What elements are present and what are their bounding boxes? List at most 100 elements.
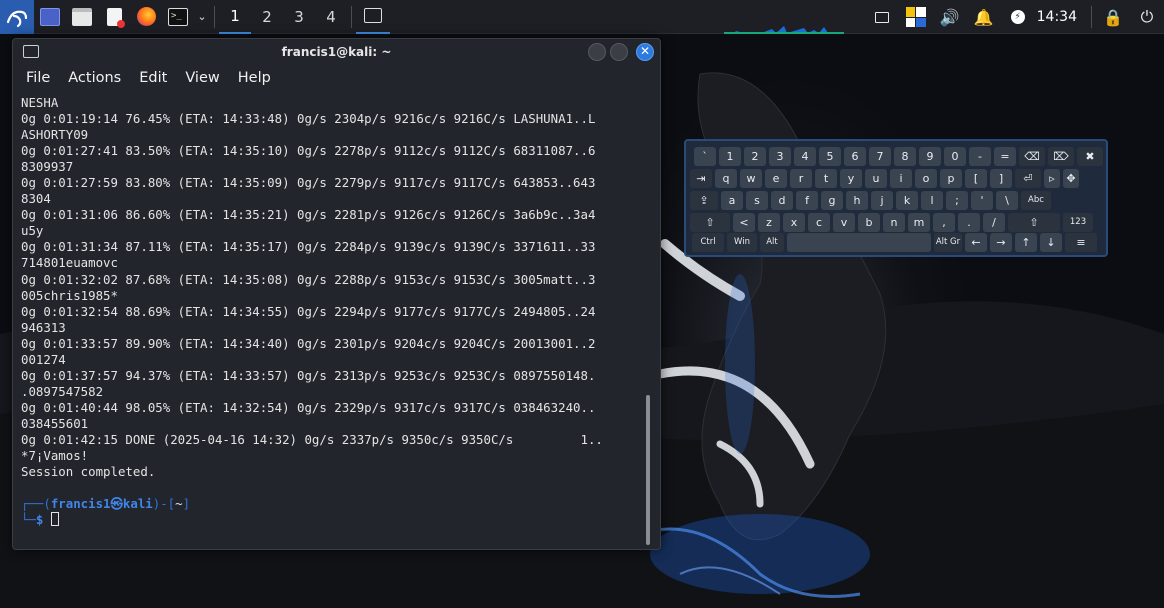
menu-help[interactable]: Help	[229, 70, 280, 86]
key-1[interactable]: 1	[719, 147, 741, 166]
key-`[interactable]: `	[694, 147, 716, 166]
terminal-icon[interactable]: >_	[162, 0, 194, 34]
key-7[interactable]: 7	[869, 147, 891, 166]
key-⏎[interactable]: ⏎	[1015, 169, 1041, 188]
workspace-1[interactable]: 1	[219, 0, 251, 34]
key-↑[interactable]: ↑	[1015, 233, 1037, 252]
text-editor-icon[interactable]	[98, 0, 130, 34]
key-o[interactable]: o	[915, 169, 937, 188]
menu-file[interactable]: File	[17, 70, 59, 86]
key-→[interactable]: →	[990, 233, 1012, 252]
logout-icon[interactable]: ⏻	[1130, 0, 1164, 34]
key-6[interactable]: 6	[844, 147, 866, 166]
key-e[interactable]: e	[765, 169, 787, 188]
key-k[interactable]: k	[896, 191, 918, 210]
window-titlebar[interactable]: francis1@kali: ~ ✕	[13, 39, 660, 65]
key-w[interactable]: w	[740, 169, 762, 188]
key-a[interactable]: a	[721, 191, 743, 210]
maximize-button[interactable]	[610, 43, 628, 61]
file-manager-icon[interactable]	[66, 0, 98, 34]
key-space[interactable]	[787, 233, 931, 252]
key-Ctrl[interactable]: Ctrl	[692, 233, 724, 252]
key-↓[interactable]: ↓	[1040, 233, 1062, 252]
key-⌫[interactable]: ⌫	[1019, 147, 1045, 166]
key-Abc[interactable]: Abc	[1021, 191, 1051, 210]
menu-actions[interactable]: Actions	[59, 70, 130, 86]
menu-view[interactable]: View	[176, 70, 228, 86]
key-r[interactable]: r	[790, 169, 812, 188]
key-x[interactable]: x	[783, 213, 805, 232]
key-/[interactable]: /	[983, 213, 1005, 232]
key-⇥[interactable]: ⇥	[690, 169, 712, 188]
clock[interactable]: 14:34	[1035, 9, 1087, 25]
key-i[interactable]: i	[890, 169, 912, 188]
volume-icon[interactable]: 🔊	[933, 0, 967, 34]
key-0[interactable]: 0	[944, 147, 966, 166]
key-.[interactable]: .	[958, 213, 980, 232]
key-c[interactable]: c	[808, 213, 830, 232]
key-,[interactable]: ,	[933, 213, 955, 232]
lock-icon[interactable]: 🔒	[1096, 0, 1130, 34]
key-Alt Gr[interactable]: Alt Gr	[934, 233, 962, 252]
workspace-terminal-icon[interactable]	[356, 0, 390, 34]
kali-menu-icon[interactable]	[0, 0, 34, 34]
key-⌦[interactable]: ⌦	[1048, 147, 1074, 166]
chevron-down-icon[interactable]: ⌄	[194, 0, 210, 34]
desktop-icon[interactable]	[34, 0, 66, 34]
on-screen-keyboard[interactable]: ` 1 2 3 4 5 6 7 8 9 0- = ⌫ ⌦ ✖ ⇥ q w e r t y u i o p[] ⏎ ▹ ✥ ⇪ a s d f g h j…	[684, 139, 1108, 257]
key-[[interactable]: [	[965, 169, 987, 188]
key-j[interactable]: j	[871, 191, 893, 210]
key-⇧[interactable]: ⇧	[690, 213, 730, 232]
terminal-window[interactable]: francis1@kali: ~ ✕ File Actions Edit Vie…	[12, 38, 661, 550]
key-9[interactable]: 9	[919, 147, 941, 166]
cpu-meter-icon[interactable]	[899, 0, 933, 34]
key-s[interactable]: s	[746, 191, 768, 210]
key-b[interactable]: b	[858, 213, 880, 232]
key-✥[interactable]: ✥	[1063, 169, 1079, 188]
key-▹[interactable]: ▹	[1044, 169, 1060, 188]
power-icon[interactable]: ⚡	[1001, 0, 1035, 34]
notifications-icon[interactable]: 🔔	[967, 0, 1001, 34]
key-Win[interactable]: Win	[727, 233, 757, 252]
key-][interactable]: ]	[990, 169, 1012, 188]
minimize-button[interactable]	[588, 43, 606, 61]
key-y[interactable]: y	[840, 169, 862, 188]
key-=[interactable]: =	[994, 147, 1016, 166]
key-n[interactable]: n	[883, 213, 905, 232]
key-123[interactable]: 123	[1063, 213, 1093, 232]
workspace-4[interactable]: 4	[315, 0, 347, 34]
key-8[interactable]: 8	[894, 147, 916, 166]
key-←[interactable]: ←	[965, 233, 987, 252]
key-g[interactable]: g	[821, 191, 843, 210]
key-l[interactable]: l	[921, 191, 943, 210]
key-d[interactable]: d	[771, 191, 793, 210]
key-≡[interactable]: ≡	[1065, 233, 1097, 252]
key-5[interactable]: 5	[819, 147, 841, 166]
terminal-output[interactable]: NESHA 0g 0:01:19:14 76.45% (ETA: 14:33:48…	[21, 95, 641, 547]
key-3[interactable]: 3	[769, 147, 791, 166]
key-v[interactable]: v	[833, 213, 855, 232]
key-;[interactable]: ;	[946, 191, 968, 210]
scrollbar[interactable]	[646, 395, 650, 545]
key-\[interactable]: \	[996, 191, 1018, 210]
key-'[interactable]: '	[971, 191, 993, 210]
display-icon[interactable]	[865, 0, 899, 34]
key-2[interactable]: 2	[744, 147, 766, 166]
key--[interactable]: -	[969, 147, 991, 166]
key-Alt[interactable]: Alt	[760, 233, 784, 252]
prompt-input-line[interactable]: └─$	[21, 512, 641, 528]
key-z[interactable]: z	[758, 213, 780, 232]
key-✖[interactable]: ✖	[1077, 147, 1103, 166]
key-p[interactable]: p	[940, 169, 962, 188]
close-button[interactable]: ✕	[636, 43, 654, 61]
key-m[interactable]: m	[908, 213, 930, 232]
key-<[interactable]: <	[733, 213, 755, 232]
firefox-icon[interactable]	[130, 0, 162, 34]
key-h[interactable]: h	[846, 191, 868, 210]
workspace-3[interactable]: 3	[283, 0, 315, 34]
key-u[interactable]: u	[865, 169, 887, 188]
key-⇧[interactable]: ⇧	[1008, 213, 1060, 232]
key-t[interactable]: t	[815, 169, 837, 188]
key-f[interactable]: f	[796, 191, 818, 210]
key-q[interactable]: q	[715, 169, 737, 188]
